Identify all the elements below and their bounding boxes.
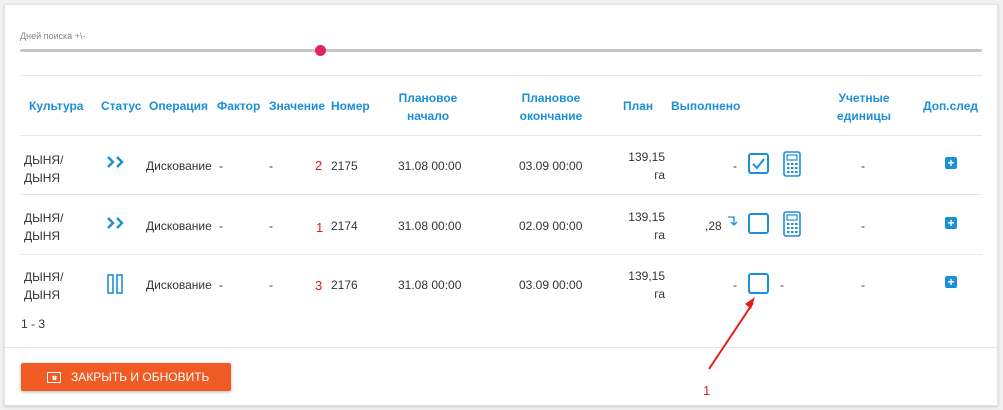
row-marker-annotation: 1 — [316, 220, 324, 235]
pagination-range: 1 - 3 — [21, 317, 46, 331]
cell-value: - — [269, 159, 273, 173]
col-units[interactable]: Учетные единицы — [825, 89, 903, 125]
done-checkbox[interactable] — [748, 153, 769, 174]
col-done[interactable]: Выполнено — [671, 97, 740, 115]
cell-culture: ДЫНЯ/ ДЫНЯ — [24, 211, 64, 243]
add-extra-icon[interactable]: + — [945, 217, 957, 229]
col-plan-start[interactable]: Плановое начало — [393, 89, 463, 125]
cell-plan: 139,15 га — [628, 210, 665, 242]
operations-panel: Дней поиска +\- Культура Статус Операция… — [4, 4, 998, 406]
cell-units: - — [861, 278, 865, 292]
corner-arrow-icon[interactable] — [727, 215, 739, 230]
annotation-arrow-icon — [708, 297, 755, 370]
row-marker-annotation: 3 — [315, 278, 323, 293]
next-icon[interactable] — [106, 216, 126, 230]
close-and-refresh-button[interactable]: ЗАКРЫТЬ И ОБНОВИТЬ — [21, 363, 231, 391]
annotation-label: 1 — [703, 383, 711, 398]
cell-plan-start: 31.08 00:00 — [398, 159, 462, 173]
close-box-icon — [47, 371, 61, 383]
close-and-refresh-label: ЗАКРЫТЬ И ОБНОВИТЬ — [71, 370, 210, 384]
days-search-slider-thumb[interactable] — [315, 45, 326, 56]
add-extra-icon[interactable]: + — [945, 157, 957, 169]
cell-units: - — [861, 219, 865, 233]
header-top-divider — [20, 75, 982, 76]
calculator-icon[interactable] — [783, 151, 801, 180]
cell-factor: - — [219, 278, 223, 292]
cell-operation: Дискование — [146, 159, 212, 173]
cell-number: 2176 — [331, 278, 358, 292]
cell-plan: 139,15 га — [628, 150, 665, 182]
header-divider — [20, 135, 982, 136]
cell-done-after: - — [780, 278, 784, 292]
col-extra[interactable]: Доп.след — [923, 97, 978, 115]
check-icon — [752, 158, 765, 170]
col-status[interactable]: Статус — [101, 97, 141, 115]
cell-done: - — [733, 159, 737, 173]
row-divider — [20, 254, 982, 255]
row-marker-annotation: 2 — [315, 158, 323, 173]
days-search-label: Дней поиска +\- — [20, 31, 86, 41]
pause-icon[interactable] — [107, 274, 123, 294]
cell-done: - — [733, 278, 737, 292]
cell-plan-start: 31.08 00:00 — [398, 219, 462, 233]
cell-plan-start: 31.08 00:00 — [398, 278, 462, 292]
calculator-icon[interactable] — [783, 211, 801, 240]
col-value[interactable]: Значение — [269, 97, 325, 115]
add-extra-icon[interactable]: + — [945, 276, 957, 288]
row-divider — [20, 194, 982, 195]
done-checkbox[interactable] — [748, 213, 769, 234]
footer-divider — [5, 347, 997, 348]
next-icon[interactable] — [106, 155, 126, 169]
done-checkbox[interactable] — [748, 273, 769, 294]
cell-factor: - — [219, 159, 223, 173]
cell-plan-end: 03.09 00:00 — [519, 278, 583, 292]
cell-culture: ДЫНЯ/ ДЫНЯ — [24, 153, 64, 185]
col-number[interactable]: Номер — [331, 97, 370, 115]
cell-operation: Дискование — [146, 278, 212, 292]
cell-plan: 139,15 га — [628, 269, 665, 301]
cell-value: - — [269, 219, 273, 233]
cell-units: - — [861, 159, 865, 173]
col-culture[interactable]: Культура — [29, 97, 83, 115]
cell-number: 2174 — [331, 219, 358, 233]
cell-plan-end: 02.09 00:00 — [519, 219, 583, 233]
cell-number: 2175 — [331, 159, 358, 173]
col-factor[interactable]: Фактор — [217, 97, 260, 115]
col-operation[interactable]: Операция — [149, 97, 208, 115]
cell-plan-end: 03.09 00:00 — [519, 159, 583, 173]
days-search-slider-track[interactable] — [20, 49, 982, 52]
col-plan[interactable]: План — [623, 97, 653, 115]
col-plan-end[interactable]: Плановое окончание — [511, 89, 591, 125]
cell-culture: ДЫНЯ/ ДЫНЯ — [24, 270, 64, 302]
cell-value: - — [269, 278, 273, 292]
cell-factor: - — [219, 219, 223, 233]
cell-operation: Дискование — [146, 219, 212, 233]
cell-done: ,28 — [705, 219, 722, 233]
